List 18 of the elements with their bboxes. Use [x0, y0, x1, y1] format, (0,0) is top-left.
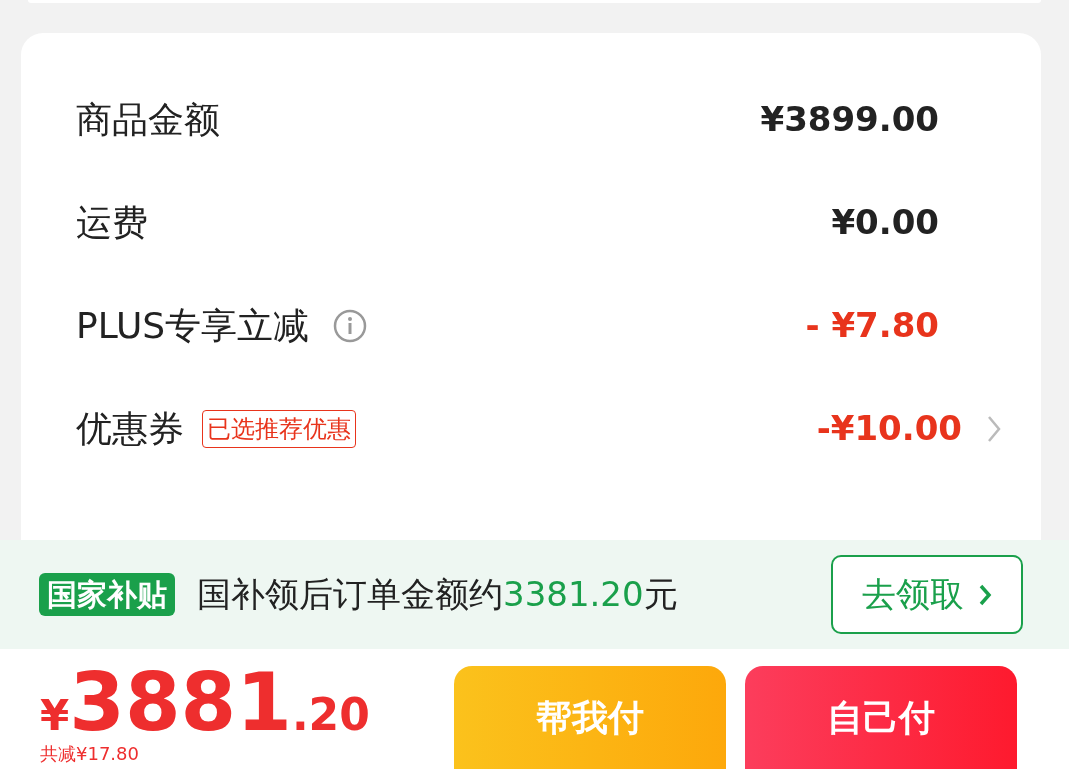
row-value: -¥10.00 [816, 407, 962, 450]
row-value: ¥0.00 [831, 201, 939, 244]
pay-button[interactable]: 自己付 [745, 666, 1017, 769]
row-value: - ¥7.80 [805, 304, 939, 347]
info-icon[interactable] [333, 308, 368, 343]
row-label: PLUS专享立减 [76, 303, 310, 348]
row-label: 优惠券 [76, 406, 184, 451]
chevron-icon [978, 582, 992, 607]
coupon-tag: 已选推荐优惠 [202, 409, 356, 448]
savings-text: 共减¥17.80 [40, 745, 140, 763]
claim-button[interactable]: 去领取 [831, 555, 1023, 634]
subsidy-text: 国补领后订单金额约3381.20元 [197, 573, 678, 616]
total-price: ¥3881.20 [40, 663, 370, 743]
row-label: 商品金额 [76, 97, 220, 142]
subsidy-badge: 国家补贴 [39, 573, 175, 616]
row-value: ¥3899.00 [760, 98, 939, 141]
row-label: 运费 [76, 200, 148, 245]
ask-friend-pay-button[interactable]: 帮我付 [454, 666, 726, 769]
